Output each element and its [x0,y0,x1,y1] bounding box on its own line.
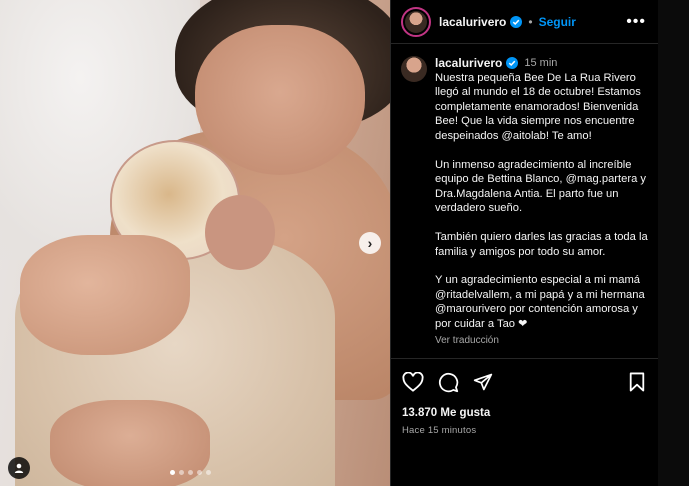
post-actions: 13.870 Me gusta Hace 15 minutos [390,358,658,436]
avatar[interactable] [401,6,431,37]
likes-count[interactable]: 13.870 Me gusta [402,407,646,419]
post-header: lacalurivero • Seguir ••• [391,0,658,44]
carousel-dots [170,470,211,475]
photo-face [195,25,365,175]
header-username[interactable]: lacalurivero [439,15,506,29]
caption-paragraph: También quiero darles las gracias a toda… [435,230,648,258]
carousel-dot [197,470,202,475]
follow-button[interactable]: Seguir [539,15,576,29]
header-separator: • [528,14,533,29]
user-tag-icon [14,463,24,473]
carousel-dot [170,470,175,475]
chevron-right-icon: › [367,235,373,251]
more-options-icon[interactable]: ••• [626,13,646,31]
post-image[interactable]: › [0,0,390,486]
caption-paragraph: Nuestra pequeña Bee De La Rua Rivero lle… [435,71,641,142]
carousel-next-button[interactable]: › [359,232,381,254]
post-timestamp: Hace 15 minutos [402,425,477,436]
photo-hand [20,235,190,355]
carousel-dot [179,470,184,475]
carousel-dot [206,470,211,475]
caption-area: lacalurivero 15 min Nuestra pequeña Bee … [401,56,651,356]
caption-time: 15 min [524,57,558,69]
caption-avatar[interactable] [401,56,427,82]
share-icon[interactable] [473,372,493,392]
caption-paragraph: Y un agradecimiento especial a mi mamá @… [435,274,645,330]
page-background-edge [658,0,689,486]
caption-paragraph: Un inmenso agradecimiento al increíble e… [435,158,646,215]
heart-icon[interactable] [402,372,424,392]
bookmark-icon[interactable] [628,372,646,392]
comment-icon[interactable] [438,372,459,393]
carousel-dot [188,470,193,475]
user-tag-button[interactable] [8,457,30,479]
caption-username[interactable]: lacalurivero [435,56,502,71]
photo-baby-face [205,195,275,270]
see-translation-link[interactable]: Ver traducción [435,334,649,349]
verified-badge-icon [510,15,523,28]
verified-badge-icon [506,57,519,70]
